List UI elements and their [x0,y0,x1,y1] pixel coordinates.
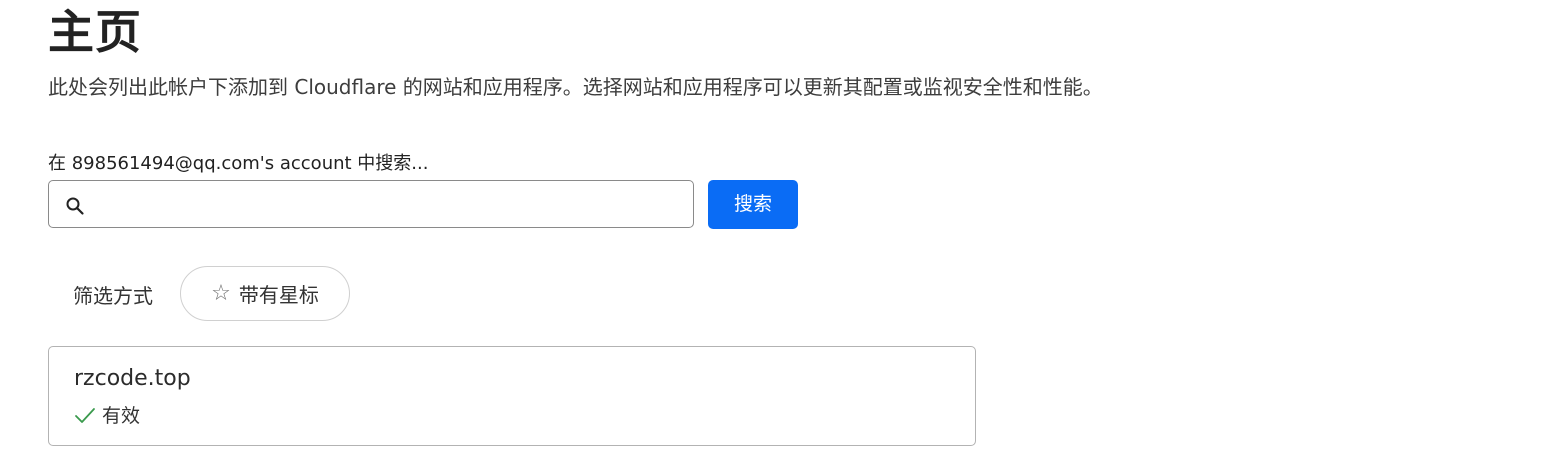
filter-label: 筛选方式 [73,284,153,308]
site-status-label: 有效 [102,405,141,427]
search-icon [66,197,84,215]
starred-filter-label: 带有星标 [238,283,319,307]
search-button[interactable]: 搜索 [708,180,798,229]
site-status: 有效 [74,403,140,429]
starred-filter-chip[interactable]: ☆ 带有星标 [180,266,350,321]
star-outline-icon: ☆ [211,280,231,306]
site-name[interactable]: rzcode.top [74,364,191,394]
search-input[interactable] [93,181,687,227]
search-label: 在 898561494@qq.com's account 中搜索... [48,153,429,174]
search-box[interactable] [48,180,694,228]
page-title: 主页 [48,5,142,59]
check-icon [75,408,95,423]
site-card[interactable]: rzcode.top 有效 [48,346,976,446]
page-description: 此处会列出此帐户下添加到 Cloudflare 的网站和应用程序。选择网站和应用… [48,75,1103,99]
